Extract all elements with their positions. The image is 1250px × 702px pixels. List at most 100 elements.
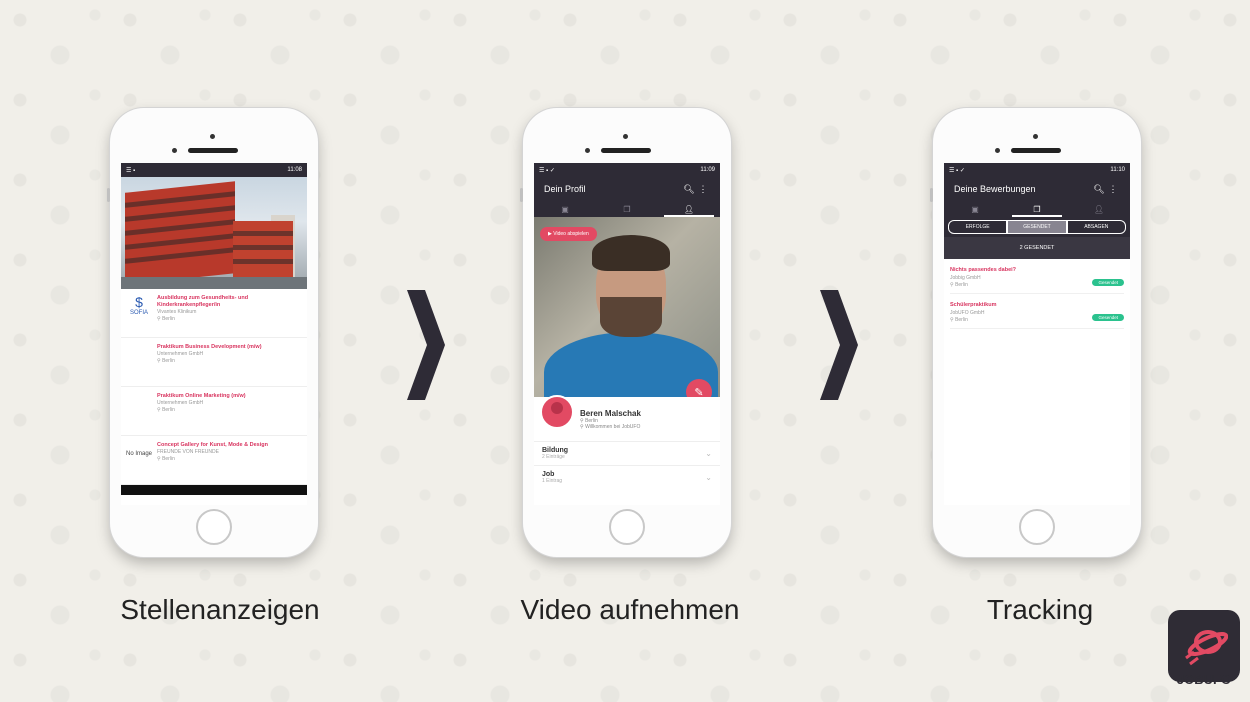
job-list-item[interactable]: Praktikum Business Development (m/w) Unt… bbox=[121, 338, 307, 387]
company-logo: No Image bbox=[125, 451, 152, 457]
front-camera bbox=[1033, 134, 1038, 139]
application-company: JobUFO GmbH bbox=[950, 310, 985, 316]
tab-bar: ▣ ❐ 👤︎ bbox=[534, 201, 720, 217]
video-frame-hair bbox=[592, 235, 670, 271]
job-title: Ausbildung zum Gesundheits- und Kinderkr… bbox=[157, 295, 249, 308]
video-frame-beard bbox=[600, 297, 662, 337]
application-list: Nichts passendes dabei? Jobbig GmbH ⚲ Be… bbox=[944, 259, 1130, 341]
segment-success[interactable]: ERFOLGE bbox=[948, 220, 1008, 234]
ground bbox=[121, 277, 307, 289]
job-title: Praktikum Online Marketing (m/w) bbox=[157, 393, 246, 399]
job-list-item[interactable]: $ SOFIA Ausbildung zum Gesundheits- und … bbox=[121, 289, 307, 338]
bottom-bar bbox=[121, 485, 307, 495]
application-title: Schülerpraktikum bbox=[950, 302, 997, 308]
chevron-down-icon: ⌄ bbox=[705, 473, 712, 482]
side-button bbox=[930, 188, 933, 202]
company-name: Unternehmen GmbH bbox=[157, 400, 204, 406]
section-education[interactable]: Bildung 2 Einträge ⌄ bbox=[534, 441, 720, 465]
company-logo bbox=[125, 344, 153, 380]
earpiece bbox=[601, 148, 651, 153]
phone-mockup-profile-video: ☰ ▪ ✓ 11:09 Dein Profil 🔍︎ ⋮ ▣ ❐ 👤︎ ▶ Vi… bbox=[520, 108, 731, 557]
application-item[interactable]: JobUFO GmbH ⚲ Berlin Gesendet bbox=[950, 310, 1124, 329]
job-list: $ SOFIA Ausbildung zum Gesundheits- und … bbox=[121, 289, 307, 485]
home-button bbox=[1019, 509, 1055, 545]
tab-applications[interactable]: ❐ bbox=[1006, 201, 1068, 217]
person-icon: 👤︎ bbox=[683, 204, 695, 214]
home-button bbox=[196, 509, 232, 545]
app-bar: Deine Bewerbungen 🔍︎ ⋮ bbox=[944, 177, 1130, 201]
tab-jobs[interactable]: ▣ bbox=[534, 201, 596, 217]
tab-jobs[interactable]: ▣ bbox=[944, 201, 1006, 217]
section-count: 2 Einträge bbox=[542, 454, 565, 460]
section-count: 1 Eintrag bbox=[542, 478, 563, 484]
job-location: ⚲ Berlin bbox=[157, 407, 175, 413]
briefcase-icon: ▣ bbox=[971, 204, 979, 214]
job-location: ⚲ Berlin bbox=[157, 456, 175, 462]
job-title: Concept Gallery for Kunst, Mode & Design bbox=[157, 442, 268, 448]
side-button bbox=[107, 188, 110, 202]
jobufo-logo: JOBUFO bbox=[1168, 610, 1240, 694]
front-camera bbox=[210, 134, 215, 139]
front-camera bbox=[623, 134, 628, 139]
tab-profile[interactable]: 👤︎ bbox=[1068, 201, 1130, 217]
documents-icon: ❐ bbox=[623, 204, 631, 214]
status-time: 11:09 bbox=[700, 167, 715, 173]
caption-job-listings: Stellenanzeigen bbox=[120, 594, 320, 625]
company-logo bbox=[125, 393, 153, 429]
job-location: ⚲ Berlin bbox=[157, 316, 175, 322]
section-job[interactable]: Job 1 Eintrag ⌄ bbox=[534, 465, 720, 489]
section-title: Bildung bbox=[542, 447, 569, 454]
segment-sent[interactable]: GESENDET bbox=[1007, 220, 1067, 234]
application-location: ⚲ Berlin bbox=[950, 317, 968, 323]
person-icon: 👤︎ bbox=[1093, 204, 1105, 214]
earpiece bbox=[1011, 148, 1061, 153]
phone-screen: ☰ ▪ 11:08 $ SOFIA Ausbildung zum Gesundh… bbox=[121, 163, 307, 505]
status-time: 11:10 bbox=[1110, 167, 1125, 173]
building-shape bbox=[125, 181, 235, 285]
search-icon[interactable]: 🔍︎ bbox=[1092, 184, 1106, 195]
avatar[interactable] bbox=[540, 395, 574, 429]
search-icon[interactable]: 🔍︎ bbox=[682, 184, 696, 195]
chevron-down-icon: ⌄ bbox=[705, 449, 712, 458]
job-list-item[interactable]: No Image Concept Gallery for Kunst, Mode… bbox=[121, 436, 307, 485]
more-vert-icon[interactable]: ⋮ bbox=[1106, 184, 1120, 195]
phone-mockup-job-listings: ☰ ▪ 11:08 $ SOFIA Ausbildung zum Gesundh… bbox=[107, 108, 318, 557]
job-image bbox=[121, 177, 307, 289]
status-badge: Gesendet bbox=[1092, 278, 1124, 286]
phone-screen: ☰ ▪ ✓ 11:09 Dein Profil 🔍︎ ⋮ ▣ ❐ 👤︎ ▶ Vi… bbox=[534, 163, 720, 505]
phone-mockup-tracking: ☰ ▪ ✓ 11:10 Deine Bewerbungen 🔍︎ ⋮ ▣ ❐ 👤… bbox=[930, 108, 1141, 557]
more-vert-icon[interactable]: ⋮ bbox=[696, 184, 710, 195]
segment-rejected[interactable]: ABSAGEN bbox=[1066, 220, 1126, 234]
play-video-button[interactable]: ▶ Video abspielen bbox=[540, 227, 597, 241]
tab-applications[interactable]: ❐ bbox=[596, 201, 658, 217]
caption-tracking: Tracking bbox=[986, 594, 1094, 625]
status-time: 11:08 bbox=[287, 167, 302, 173]
page-title: Dein Profil bbox=[544, 184, 586, 194]
phone-screen: ☰ ▪ ✓ 11:10 Deine Bewerbungen 🔍︎ ⋮ ▣ ❐ 👤… bbox=[944, 163, 1130, 505]
page-title: Deine Bewerbungen bbox=[954, 184, 1036, 194]
status-filter: ERFOLGE GESENDET ABSAGEN bbox=[944, 217, 1130, 237]
application-title: Nichts passendes dabei? bbox=[950, 267, 1017, 273]
application-company: Jobbig GmbH bbox=[950, 275, 981, 281]
count-label: 2 GESENDET bbox=[944, 237, 1130, 259]
status-bar: ☰ ▪ ✓ 11:09 bbox=[534, 163, 720, 177]
job-location: ⚲ Berlin bbox=[157, 358, 175, 364]
profile-subtitle: ⚲ Willkommen bei JobUFO bbox=[580, 423, 641, 430]
profile-card: Beren Malschak ⚲ Berlin ⚲ Willkommen bei… bbox=[534, 395, 720, 441]
status-badge: Gesendet bbox=[1092, 313, 1124, 321]
job-list-item[interactable]: Praktikum Online Marketing (m/w) Unterne… bbox=[121, 387, 307, 436]
tab-profile[interactable]: 👤︎ bbox=[658, 201, 720, 217]
profile-video[interactable]: ▶ Video abspielen ✎ bbox=[534, 217, 720, 397]
job-title: Praktikum Business Development (m/w) bbox=[157, 344, 262, 350]
application-item[interactable]: Jobbig GmbH ⚲ Berlin Gesendet bbox=[950, 275, 1124, 294]
sensor bbox=[172, 148, 177, 153]
caption-record-video: Video aufnehmen bbox=[520, 594, 740, 625]
company-name: Vivantes Klinikum bbox=[157, 309, 197, 315]
side-button bbox=[520, 188, 523, 202]
status-bar: ☰ ▪ ✓ 11:10 bbox=[944, 163, 1130, 177]
app-bar: Dein Profil 🔍︎ ⋮ bbox=[534, 177, 720, 201]
profile-name: Beren Malschak bbox=[580, 408, 641, 418]
company-name: FREUNDE VON FREUNDE bbox=[157, 449, 219, 455]
chevron-right-icon bbox=[407, 290, 445, 400]
status-bar: ☰ ▪ 11:08 bbox=[121, 163, 307, 177]
